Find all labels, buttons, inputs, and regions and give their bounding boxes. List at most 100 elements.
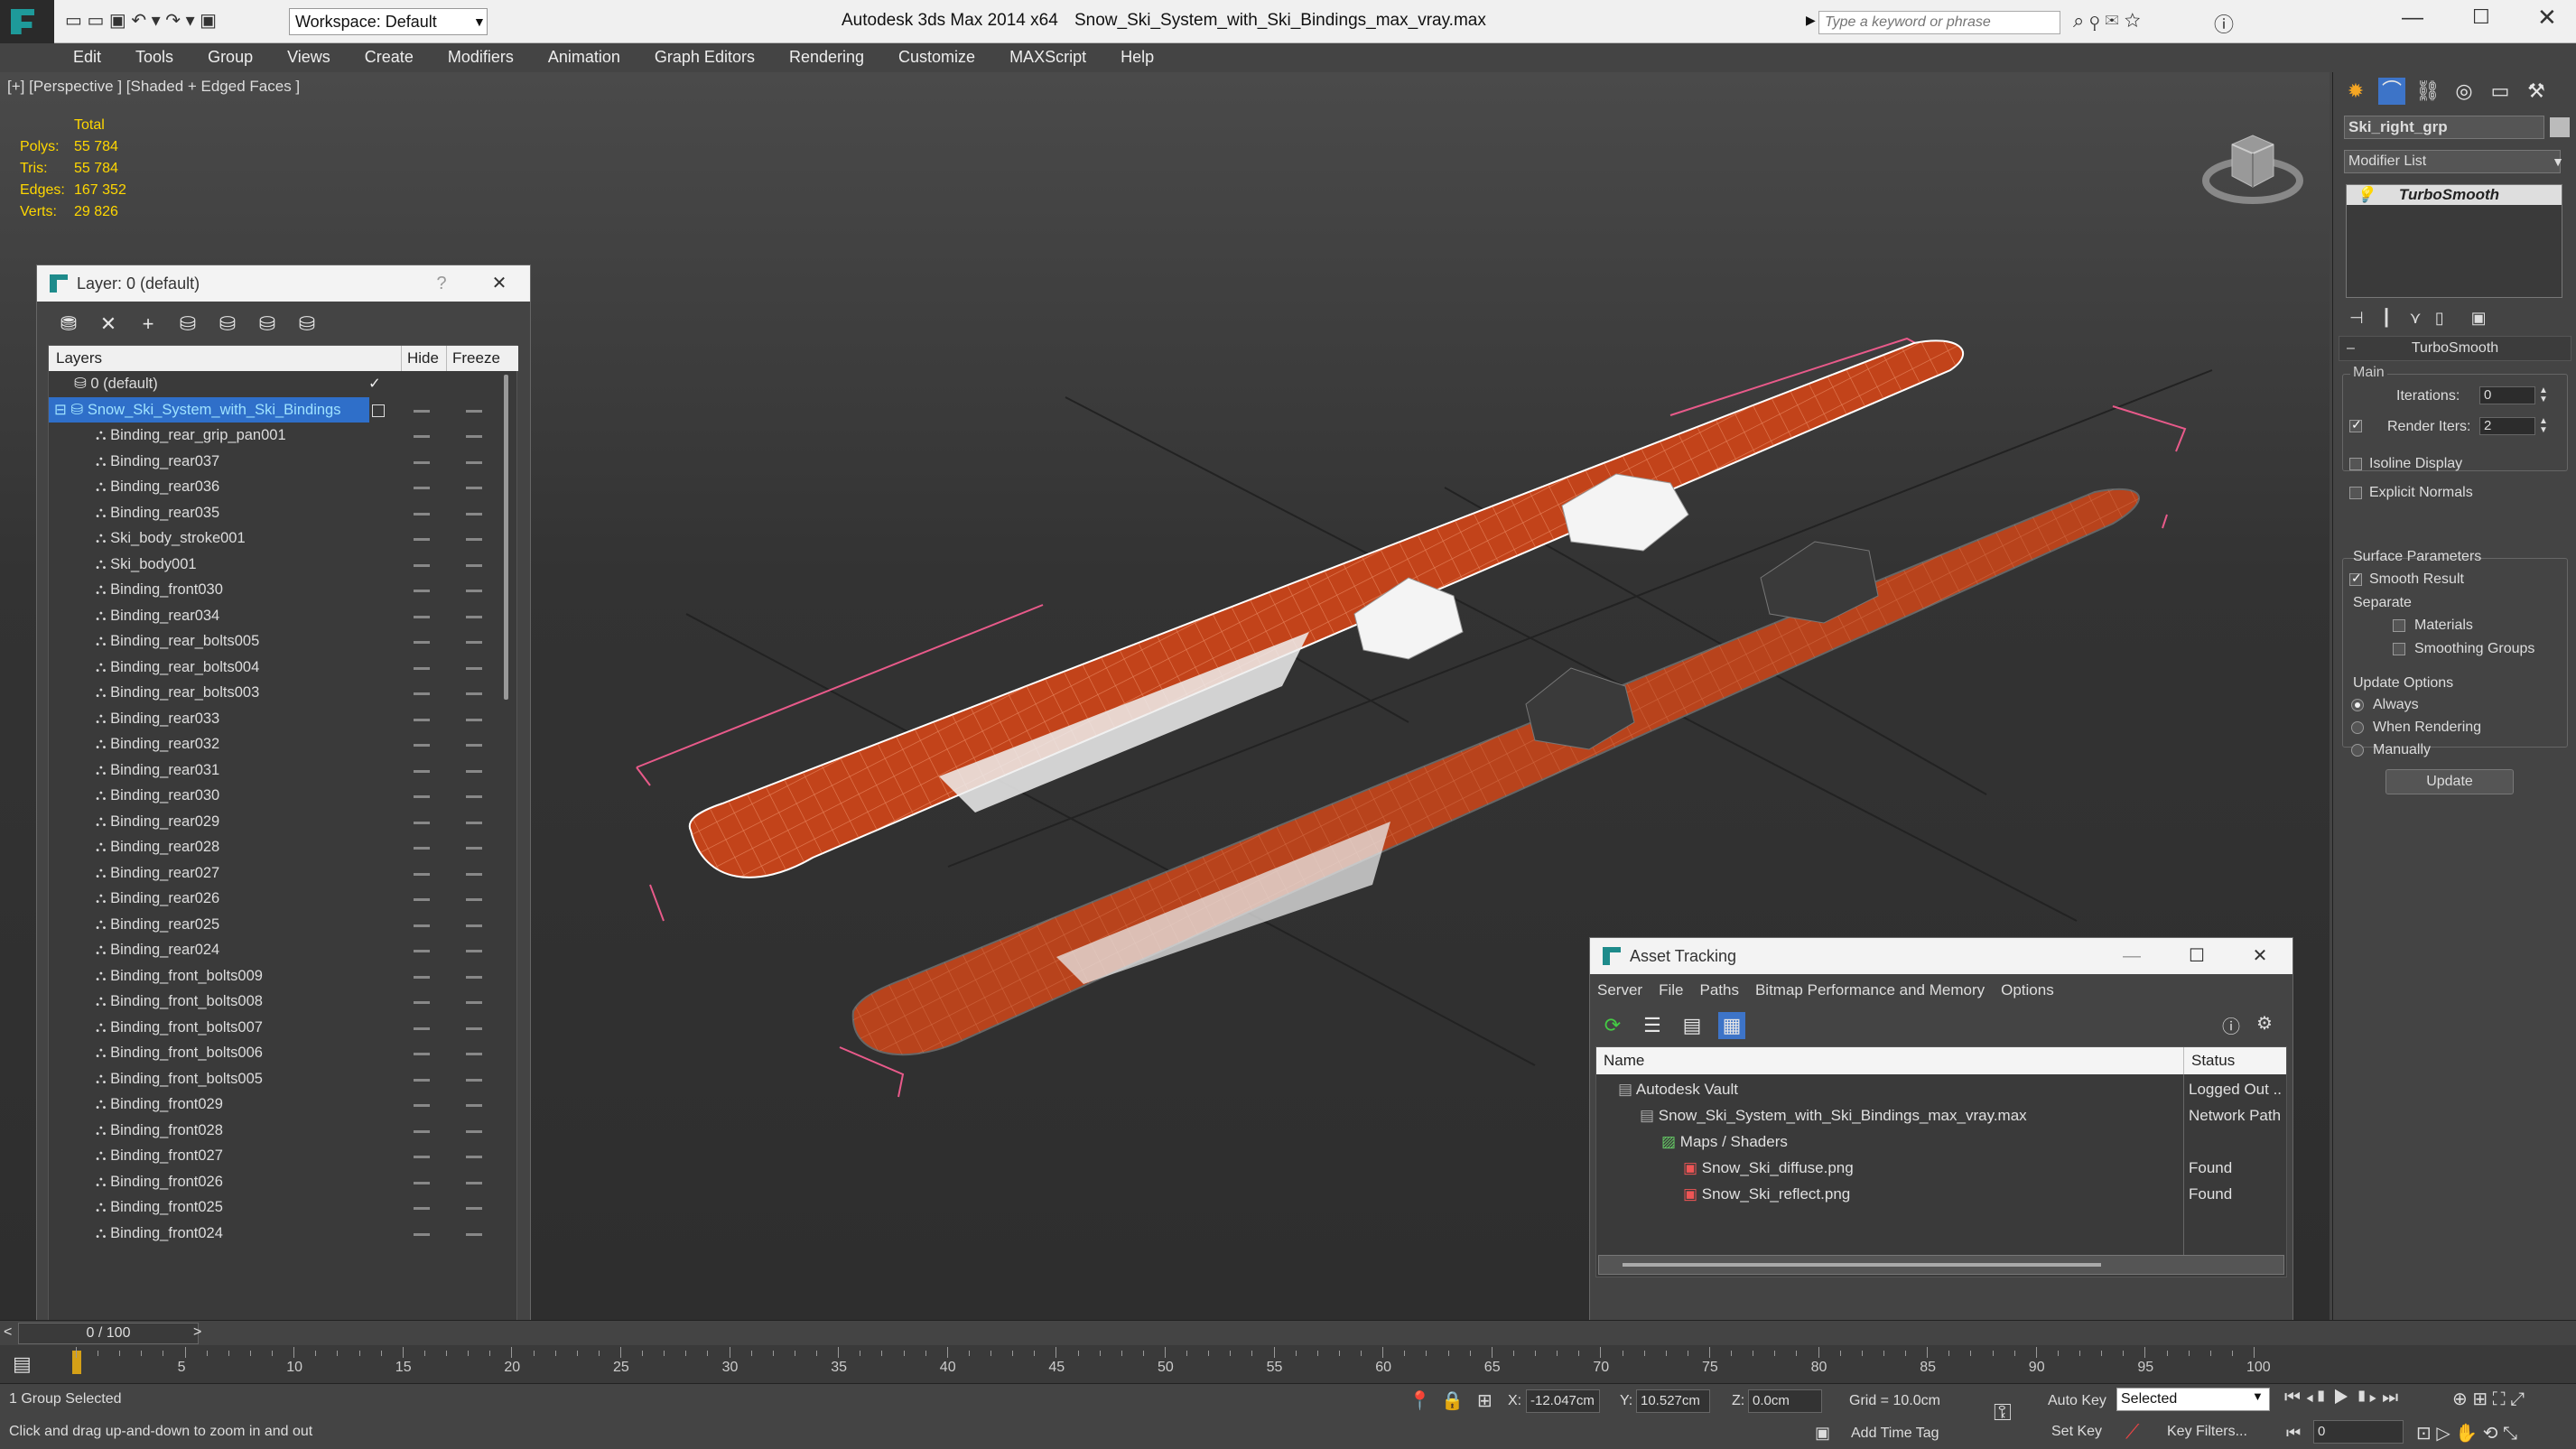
infocenter-icons[interactable]: ⌕ ⚲ ✉ ☆ xyxy=(2073,9,2141,33)
track-bar[interactable]: ▤ 5 10 15 20 25 30 35 40 45 50 55 60 65 70 75 80 85 90 95 1… xyxy=(0,1345,2576,1383)
freeze-toggle[interactable] xyxy=(466,950,482,952)
layer-row[interactable]: ⛬ Binding_rear025 xyxy=(49,912,500,938)
freeze-toggle[interactable] xyxy=(466,1001,482,1004)
app-logo-icon[interactable] xyxy=(0,0,54,43)
current-frame-field[interactable]: 0 xyxy=(2313,1420,2404,1444)
key-mode-icon[interactable]: ⟋ xyxy=(2125,1420,2139,1444)
layer-row[interactable]: ⛬ Binding_front030 xyxy=(49,577,500,603)
freeze-toggle[interactable] xyxy=(466,744,482,747)
freeze-toggle[interactable] xyxy=(466,1104,482,1107)
freeze-toggle[interactable] xyxy=(466,590,482,592)
hide-toggle[interactable] xyxy=(414,460,430,464)
layer-row[interactable]: ⛬ Binding_front_bolts005 xyxy=(49,1066,500,1092)
layer-window[interactable]: Layer: 0 (default) ? ✕ ⛃ ✕ + ⛁ ⛁ ⛁ ⛁ Layers Hi… xyxy=(36,265,531,1320)
quick-access-icons[interactable]: ▭ ▭ ▣ ↶ ▾ ↷ ▾ ▣ xyxy=(65,9,217,32)
select-objects-icon[interactable]: ⛁ xyxy=(174,311,201,338)
menu-animation[interactable]: Animation xyxy=(531,43,637,70)
play-icon[interactable]: ▶ xyxy=(1806,13,1818,29)
hide-toggle[interactable] xyxy=(414,769,430,773)
freeze-toggle[interactable] xyxy=(466,692,482,695)
stack-tools-icons[interactable]: ⊣ ┃ ⋎ ▯ ▣ xyxy=(2349,309,2487,328)
menu-group[interactable]: Group xyxy=(191,43,270,70)
freeze-toggle[interactable] xyxy=(466,460,482,464)
isolate-selection-icon[interactable]: 📍 xyxy=(1409,1389,1431,1412)
freeze-toggle[interactable] xyxy=(466,641,482,644)
layer-row[interactable]: ⛬ Binding_front024 xyxy=(49,1221,500,1247)
auto-key-button[interactable]: Auto Key xyxy=(2048,1393,2106,1409)
lightbulb-icon[interactable]: 💡 xyxy=(2356,186,2375,203)
playback-controls-icons[interactable]: ⏮ ◂▮ ▶ ▮▸ ⏭ xyxy=(2284,1388,2398,1408)
lock-icon[interactable]: 🔒 xyxy=(1441,1389,1464,1412)
hide-toggle[interactable] xyxy=(414,744,430,747)
layer-row[interactable]: ⛬ Binding_front029 xyxy=(49,1091,500,1118)
layer-row[interactable]: ⛬ Binding_rear024 xyxy=(49,937,500,963)
hide-toggle[interactable] xyxy=(414,898,430,901)
layer-row[interactable]: ⛬ Binding_rear027 xyxy=(49,860,500,887)
z-coord-field[interactable]: 0.0cm xyxy=(1748,1389,1822,1413)
freeze-toggle[interactable] xyxy=(466,538,482,541)
freeze-toggle[interactable] xyxy=(466,1232,482,1236)
layer-row[interactable]: ⛬ Binding_rear033 xyxy=(49,706,500,732)
menu-create[interactable]: Create xyxy=(348,43,431,70)
hide-toggle[interactable] xyxy=(414,615,430,618)
layer-row-default[interactable]: ⛁ 0 (default) ✓ xyxy=(49,371,500,397)
layer-row[interactable]: ⛬ Binding_rear026 xyxy=(49,886,500,912)
hierarchy-tab-icon[interactable]: ⛓ xyxy=(2414,78,2441,105)
x-coord-field[interactable]: -12.047cm xyxy=(1526,1389,1600,1413)
smoothing-groups-checkbox[interactable] xyxy=(2393,643,2405,655)
freeze-toggle[interactable] xyxy=(466,615,482,618)
hide-toggle[interactable] xyxy=(414,821,430,824)
menu-rendering[interactable]: Rendering xyxy=(772,43,881,70)
close-icon[interactable]: ✕ xyxy=(2242,943,2278,969)
freeze-toggle[interactable] xyxy=(466,1207,482,1210)
layer-row[interactable]: ⛬ Binding_rear_bolts005 xyxy=(49,628,500,655)
freeze-toggle[interactable] xyxy=(466,1156,482,1158)
freeze-toggle[interactable] xyxy=(466,769,482,773)
freeze-toggle[interactable] xyxy=(466,847,482,850)
checkbox-icon[interactable] xyxy=(372,404,385,417)
render-iters-checkbox[interactable] xyxy=(2349,417,2362,432)
hide-toggle[interactable] xyxy=(414,950,430,952)
hide-toggle[interactable] xyxy=(414,487,430,489)
menu-customize[interactable]: Customize xyxy=(881,43,992,70)
layer-row[interactable]: ⛬ Binding_rear032 xyxy=(49,731,500,757)
layer-row[interactable]: ⛬ Binding_front_bolts006 xyxy=(49,1040,500,1066)
layer-row[interactable]: ⛬ Binding_rear_bolts003 xyxy=(49,680,500,706)
hide-toggle[interactable] xyxy=(414,872,430,876)
layer-row[interactable]: ⛬ Binding_front_bolts008 xyxy=(49,989,500,1015)
menu-modifiers[interactable]: Modifiers xyxy=(431,43,531,70)
asset-tracking-window[interactable]: Asset Tracking — ☐ ✕ Server File Paths Bitm… xyxy=(1589,937,2293,1320)
layer-row[interactable]: ⛬ Binding_front025 xyxy=(49,1194,500,1221)
col-hide[interactable]: Hide xyxy=(401,346,439,371)
freeze-toggle[interactable] xyxy=(466,487,482,489)
freeze-toggle[interactable] xyxy=(466,898,482,901)
set-key-button[interactable]: Set Key xyxy=(2051,1424,2102,1440)
refresh-icon[interactable]: ⟳ xyxy=(1599,1012,1626,1039)
layer-row[interactable]: ⛬ Binding_rear031 xyxy=(49,757,500,784)
explicit-normals-checkbox[interactable] xyxy=(2349,487,2362,499)
when-rendering-radio[interactable] xyxy=(2351,721,2364,734)
maximize-icon[interactable]: ☐ xyxy=(2472,5,2490,29)
asset-menu-bitmap[interactable]: Bitmap Performance and Memory xyxy=(1755,981,1985,999)
iterations-spinner[interactable]: 0 xyxy=(2479,386,2535,404)
viewport-nav-icons-row2[interactable]: ⊡ ▷ ✋ ⟲ ⤡ xyxy=(2416,1422,2517,1444)
next-frame-icon[interactable]: > xyxy=(193,1324,201,1341)
object-color-swatch[interactable] xyxy=(2550,117,2570,137)
freeze-toggle[interactable] xyxy=(466,1181,482,1184)
layer-row[interactable]: ⛬ Binding_front026 xyxy=(49,1169,500,1195)
list-view-icon[interactable]: ☰ xyxy=(1639,1012,1666,1039)
close-icon[interactable]: ✕ xyxy=(2537,4,2557,32)
layer-rows[interactable]: ⛁ 0 (default) ✓ ⊟ ⛁ Snow_Ski_System_with_… xyxy=(49,371,500,1320)
set-key-icon[interactable]: ⚿ xyxy=(1994,1398,2012,1427)
render-iters-spinner[interactable]: 2 xyxy=(2479,417,2535,435)
asset-menu-file[interactable]: File xyxy=(1659,981,1683,999)
minimize-icon[interactable]: — xyxy=(2402,5,2423,31)
manually-radio[interactable] xyxy=(2351,744,2364,757)
layer-row[interactable]: ⛬ Ski_body001 xyxy=(49,552,500,578)
minimize-icon[interactable]: — xyxy=(2114,943,2150,969)
col-status[interactable]: Status xyxy=(2183,1047,2235,1074)
freeze-toggle[interactable] xyxy=(466,666,482,670)
freeze-toggle[interactable] xyxy=(466,512,482,516)
materials-checkbox[interactable] xyxy=(2393,619,2405,632)
asset-tracking-title-bar[interactable]: Asset Tracking — ☐ ✕ xyxy=(1590,938,2292,974)
